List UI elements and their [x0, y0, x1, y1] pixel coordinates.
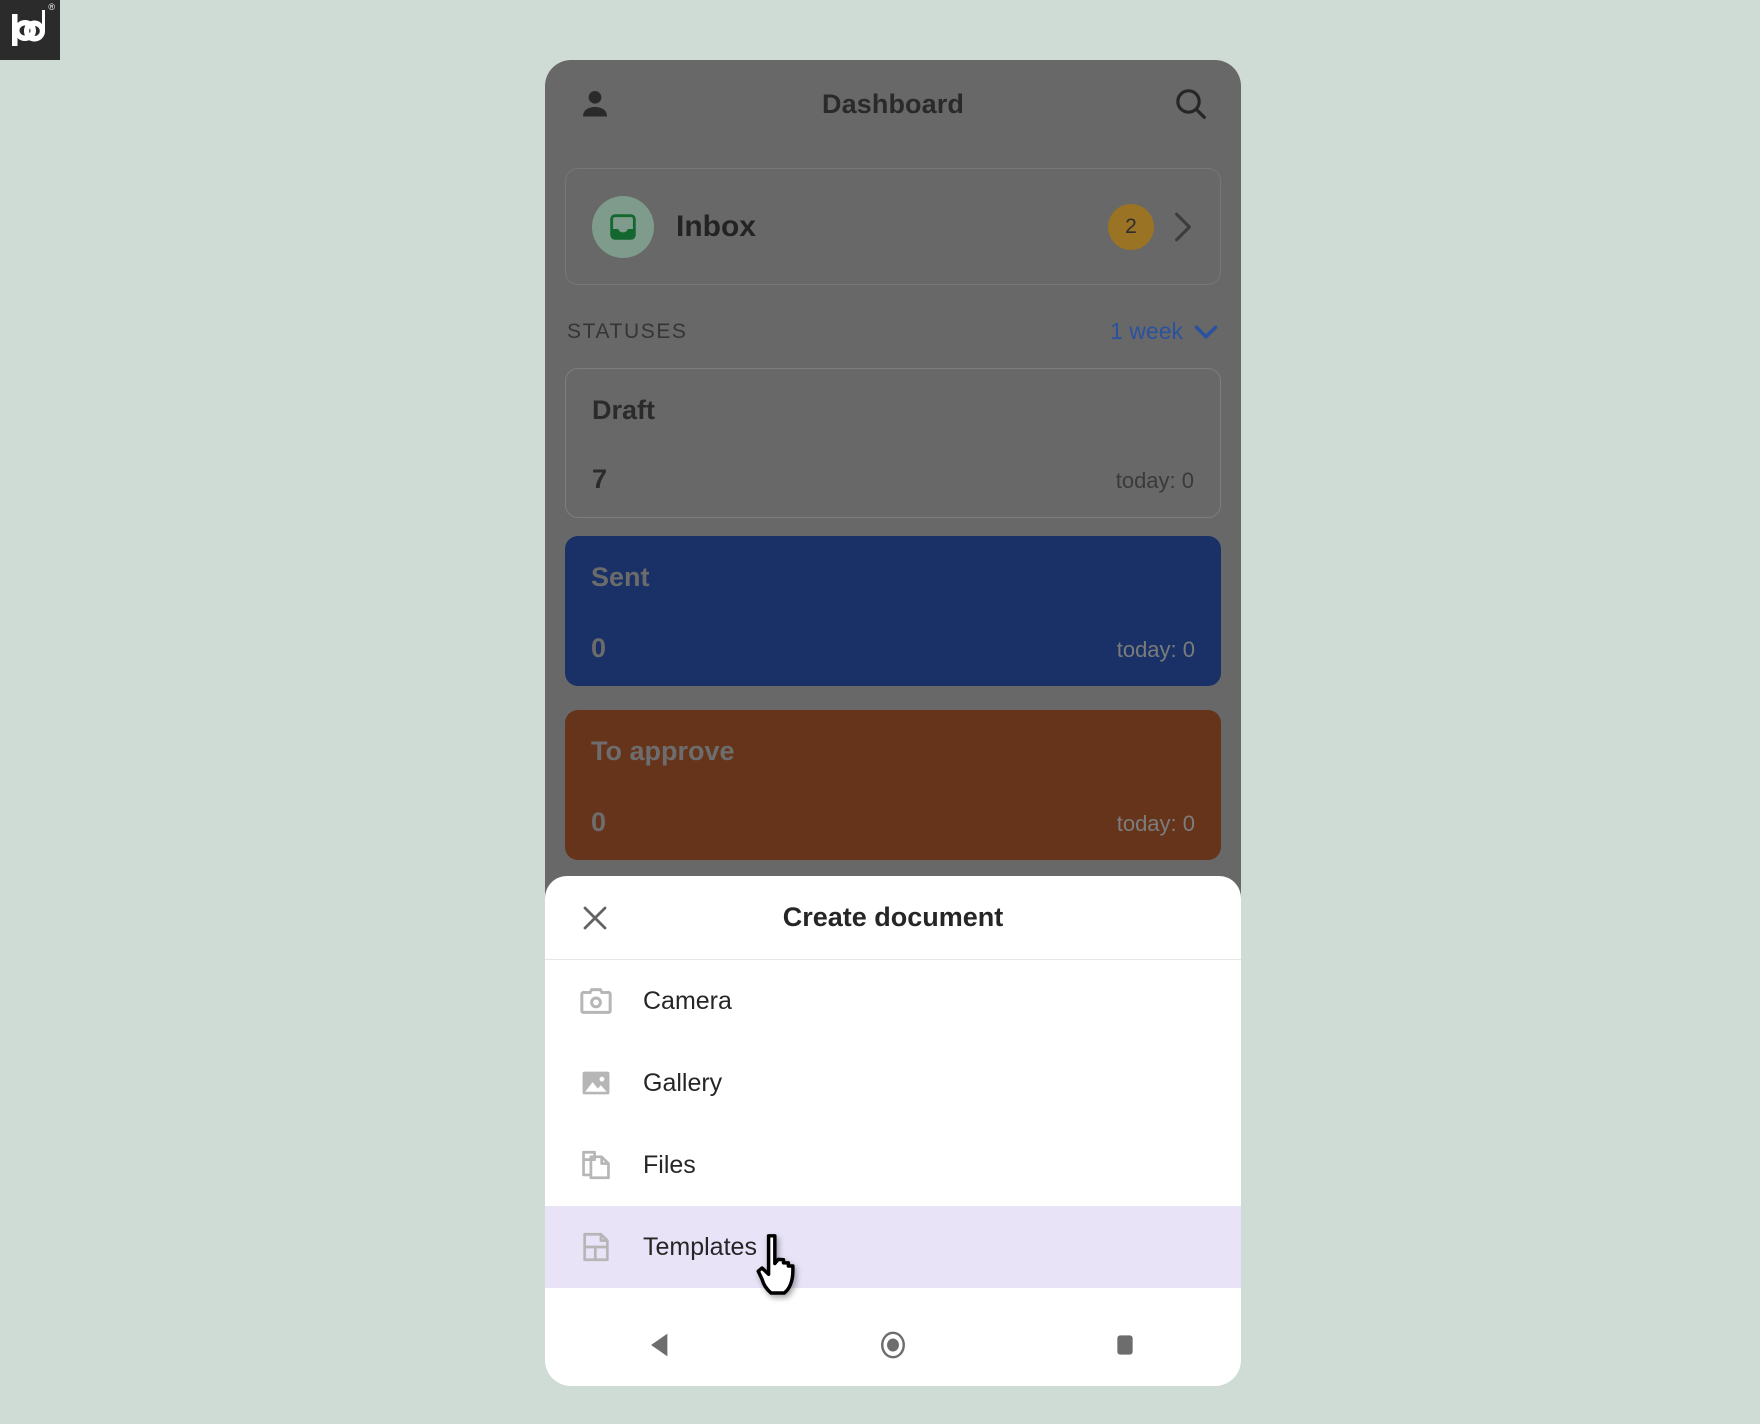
status-card-draft[interactable]: Draft 7 today: 0 [565, 368, 1221, 518]
inbox-badge: 2 [1108, 203, 1154, 250]
status-card-to-approve[interactable]: To approve 0 today: 0 [565, 710, 1221, 860]
registered-trademark-mark: ® [48, 2, 55, 12]
chevron-down-icon[interactable] [1193, 324, 1219, 340]
inbox-card[interactable]: Inbox 2 [565, 168, 1221, 285]
status-bottom-row: 7 today: 0 [592, 464, 1194, 495]
statuses-header: STATUSES 1 week [567, 318, 1219, 345]
template-icon [583, 1232, 609, 1262]
status-bottom-row: 0 today: 0 [591, 633, 1195, 664]
app-bar: Dashboard [545, 60, 1241, 148]
search-icon[interactable] [1171, 84, 1211, 124]
status-bottom-row: 0 today: 0 [591, 807, 1195, 838]
inbox-avatar [592, 195, 654, 258]
sheet-item-camera[interactable]: Camera [545, 960, 1241, 1042]
sheet-item-label: Camera [643, 986, 732, 1015]
back-triangle-icon[interactable] [644, 1328, 678, 1362]
sheet-item-templates[interactable]: Templates [545, 1206, 1241, 1288]
status-count: 0 [591, 807, 607, 837]
period-selector-value[interactable]: 1 week [1110, 318, 1183, 345]
sheet-item-label: Gallery [643, 1068, 723, 1097]
pandadoc-logo: ® [0, 0, 60, 60]
page-title: Dashboard [822, 88, 964, 119]
sheet-item-files[interactable]: Files [545, 1124, 1241, 1206]
inbox-label: Inbox [676, 209, 756, 243]
status-card-sent[interactable]: Sent 0 today: 0 [565, 536, 1221, 686]
status-today: today: 0 [1115, 468, 1194, 493]
sheet-item-label: Templates [643, 1232, 757, 1261]
camera-icon [580, 988, 612, 1014]
sheet-item-gallery[interactable]: Gallery [545, 1042, 1241, 1124]
statuses-section-title: STATUSES [567, 319, 688, 343]
sheet-title: Create document [782, 902, 1004, 932]
status-count: 0 [591, 633, 607, 663]
sheet-item-label: Files [643, 1150, 696, 1179]
status-today: today: 0 [1116, 637, 1195, 662]
chevron-right-icon [1175, 212, 1191, 241]
inbox-tray-icon [610, 213, 636, 240]
create-document-sheet: Create document Camera Gallery Files Tem… [545, 876, 1241, 1386]
home-circle-icon[interactable] [876, 1328, 910, 1362]
status-name: Draft [592, 395, 656, 425]
files-icon [582, 1150, 610, 1180]
sheet-header: Create document [545, 876, 1241, 960]
image-icon [582, 1071, 610, 1095]
person-icon[interactable] [575, 84, 615, 124]
android-navigation-bar [545, 1304, 1241, 1386]
status-today: today: 0 [1116, 811, 1195, 836]
status-name: To approve [591, 736, 735, 766]
status-name: Sent [591, 562, 650, 592]
close-icon[interactable] [579, 902, 611, 934]
recents-square-icon[interactable] [1108, 1328, 1142, 1362]
phone-frame: Dashboard Inbox 2 STATUSES 1 week Draft … [545, 60, 1241, 1386]
status-count: 7 [592, 464, 608, 494]
